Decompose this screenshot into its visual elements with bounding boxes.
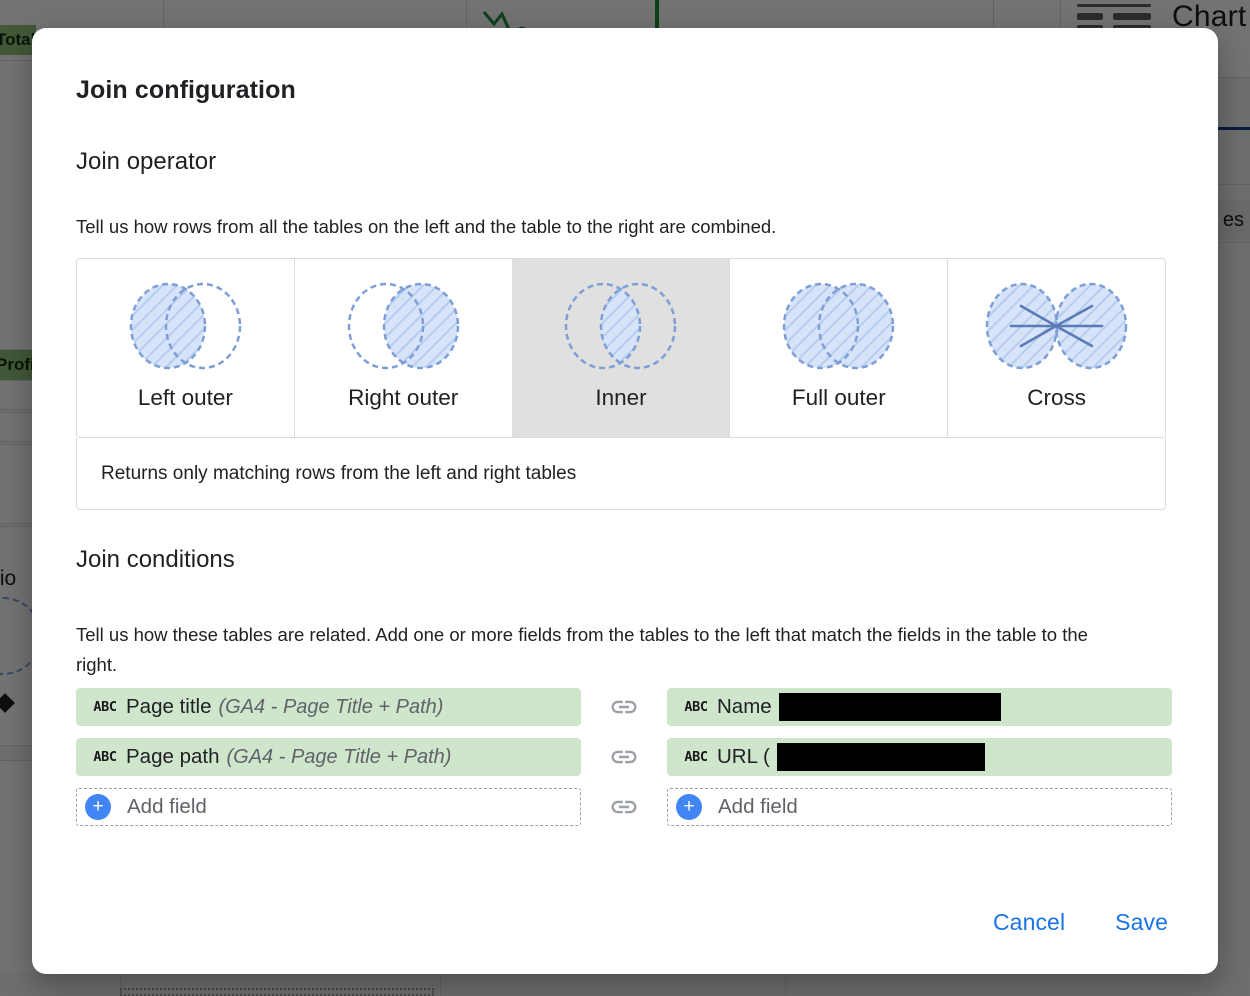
join-configuration-dialog: Join configuration Join operator Tell us… xyxy=(32,28,1218,974)
join-operator-selected-description: Returns only matching rows from the left… xyxy=(76,438,1166,510)
venn-right-outer-icon xyxy=(347,282,459,370)
join-condition-link xyxy=(581,742,667,772)
field-name: Name xyxy=(717,695,772,718)
join-operator-selector: Left outer Right outer Inner Full outer … xyxy=(76,258,1166,438)
field-source: (GA4 - Page Title + Path) xyxy=(218,695,444,718)
join-operator-heading: Join operator xyxy=(76,148,217,175)
join-condition-right-field[interactable]: ABC Name xyxy=(667,688,1172,726)
join-conditions-description-text: Tell us how these tables are related. Ad… xyxy=(76,624,1088,675)
add-field-row: + Add field + Add field xyxy=(76,788,1172,826)
join-condition-link xyxy=(581,792,667,822)
field-name: Page path xyxy=(126,745,220,768)
cancel-button[interactable]: Cancel xyxy=(977,901,1081,944)
join-operator-label: Cross xyxy=(1027,385,1086,410)
join-condition-left-field[interactable]: ABC Page title (GA4 - Page Title + Path) xyxy=(76,688,581,726)
save-button[interactable]: Save xyxy=(1099,901,1184,944)
redacted-field-source xyxy=(778,693,1001,721)
venn-inner-icon xyxy=(565,282,677,370)
join-operator-option-full-outer[interactable]: Full outer xyxy=(730,259,949,437)
venn-left-outer-icon xyxy=(129,282,242,370)
join-conditions-heading: Join conditions xyxy=(76,546,235,573)
join-condition-link xyxy=(581,692,667,722)
join-operator-label: Inner xyxy=(595,385,647,410)
join-condition-left-field[interactable]: ABC Page path (GA4 - Page Title + Path) xyxy=(76,738,581,776)
link-icon xyxy=(611,750,637,764)
venn-cross-icon xyxy=(985,282,1128,370)
join-operator-option-left-outer[interactable]: Left outer xyxy=(77,259,295,437)
text-type-icon: ABC xyxy=(93,749,117,765)
join-condition-right-field[interactable]: ABC URL ( xyxy=(667,738,1172,776)
add-field-right-button[interactable]: + Add field xyxy=(667,788,1172,826)
add-field-right-label: Add field xyxy=(718,795,798,818)
join-operator-label: Full outer xyxy=(791,385,886,410)
link-icon xyxy=(611,700,637,714)
plus-icon: + xyxy=(676,794,702,820)
join-operator-label: Left outer xyxy=(137,385,233,410)
join-condition-row: ABC Page path (GA4 - Page Title + Path) … xyxy=(76,738,1172,776)
redacted-field-source xyxy=(776,743,985,771)
venn-full-outer-icon xyxy=(783,282,895,370)
join-operator-description-text: Tell us how rows from all the tables on … xyxy=(76,216,777,237)
join-operator-option-inner[interactable]: Inner xyxy=(512,259,731,437)
join-operator-option-cross[interactable]: Cross xyxy=(948,259,1165,437)
join-condition-row: ABC Page title (GA4 - Page Title + Path)… xyxy=(76,688,1172,726)
text-type-icon: ABC xyxy=(684,749,708,765)
text-type-icon: ABC xyxy=(684,699,708,715)
join-operator-option-right-outer[interactable]: Right outer xyxy=(294,259,513,437)
field-name: URL ( xyxy=(717,745,770,768)
field-source: (GA4 - Page Title + Path) xyxy=(226,745,452,768)
join-conditions-rows: ABC Page title (GA4 - Page Title + Path)… xyxy=(76,688,1172,826)
join-operator-label: Right outer xyxy=(348,385,459,410)
dialog-title: Join configuration xyxy=(76,76,296,104)
field-name: Page title xyxy=(126,695,212,718)
plus-icon: + xyxy=(85,794,111,820)
add-field-left-label: Add field xyxy=(127,795,207,818)
add-field-left-button[interactable]: + Add field xyxy=(76,788,581,826)
text-type-icon: ABC xyxy=(93,699,117,715)
link-icon xyxy=(611,800,637,814)
dialog-actions: Cancel Save xyxy=(977,901,1184,944)
